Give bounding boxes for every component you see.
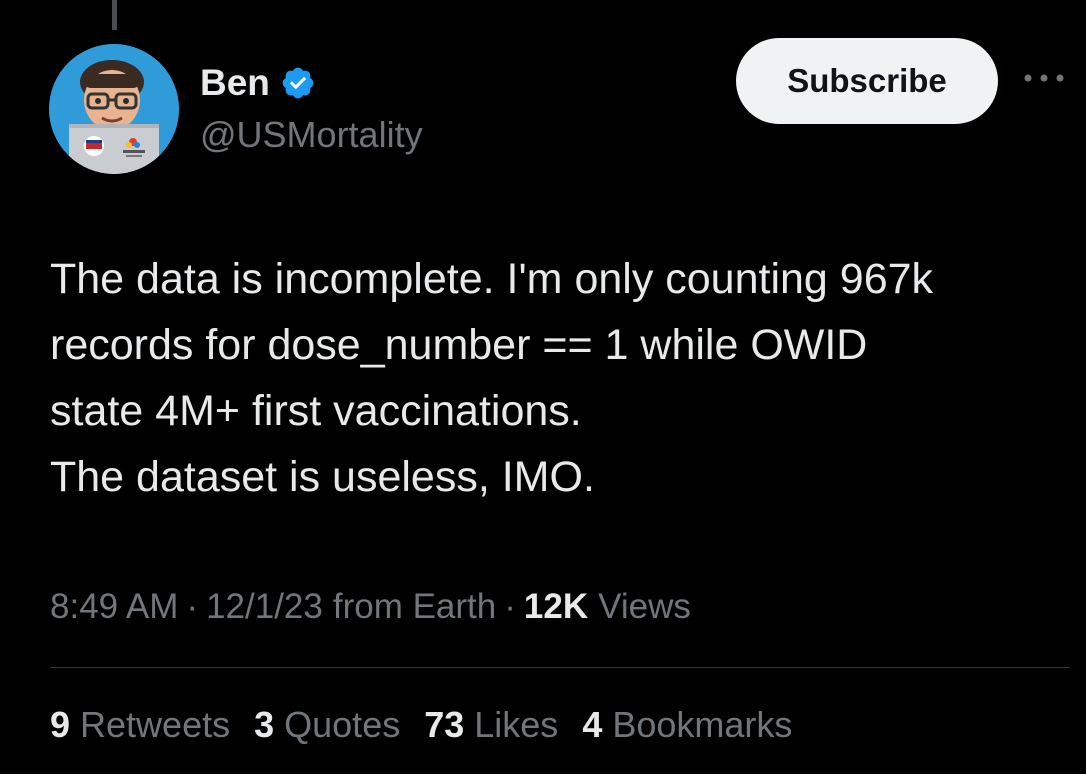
stat-likes[interactable]: 73 Likes [424, 704, 558, 746]
author-display-name[interactable]: Ben [200, 62, 270, 104]
stat-label: Quotes [284, 704, 401, 745]
stat-label: Retweets [80, 704, 231, 745]
views-count: 12K [523, 587, 589, 626]
tweet-text: The data is incomplete. I'm only countin… [50, 246, 1080, 510]
author-handle[interactable]: @USMortality [200, 114, 423, 156]
stat-count: 73 [424, 704, 465, 745]
memoji-avatar-icon [49, 44, 179, 174]
engagement-stats: 9 Retweets 3 Quotes 73 Likes 4 Bookmarks [50, 702, 816, 748]
stat-label: Likes [474, 704, 559, 745]
meta-separator: · [186, 587, 199, 626]
stat-retweets[interactable]: 9 Retweets [50, 704, 230, 746]
tweet-text-line: state 4M+ first vaccinations. [50, 387, 582, 435]
tweet-text-line: The dataset is useless, IMO. [50, 453, 595, 501]
stat-count: 9 [50, 704, 71, 745]
stat-label: Bookmarks [612, 704, 793, 745]
stat-count: 4 [582, 704, 603, 745]
thread-connector-line [112, 0, 117, 30]
author-name-row[interactable]: Ben [200, 60, 316, 106]
tweet-text-line: records for dose_number == 1 while OWID [50, 321, 868, 369]
stat-bookmarks[interactable]: 4 Bookmarks [582, 704, 792, 746]
tweet-source: from Earth [332, 587, 497, 626]
divider [50, 667, 1070, 668]
meta-separator: · [504, 587, 516, 626]
tweet-detail: Ben @USMortality Subscribe The data is i… [0, 0, 1086, 774]
stat-count: 3 [254, 704, 275, 745]
tweet-meta: 8:49 AM · 12/1/23 from Earth · 12K Views [50, 584, 691, 630]
tweet-date[interactable]: 12/1/23 [206, 587, 323, 627]
stat-quotes[interactable]: 3 Quotes [254, 704, 400, 746]
tweet-time[interactable]: 8:49 AM [50, 587, 178, 627]
verified-badge-icon [280, 65, 316, 101]
views-label: Views [598, 587, 691, 626]
more-horizontal-icon[interactable] [1020, 68, 1068, 88]
tweet-text-line: The data is incomplete. I'm only countin… [50, 255, 934, 303]
subscribe-button[interactable]: Subscribe [736, 38, 998, 124]
avatar[interactable] [49, 44, 179, 174]
